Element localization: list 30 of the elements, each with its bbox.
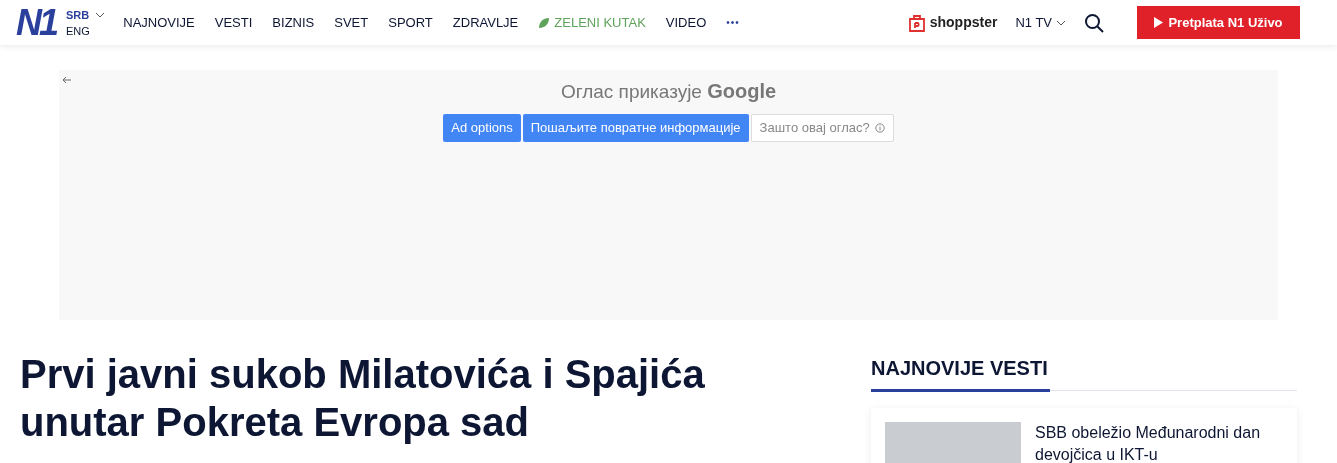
ad-button[interactable]: Ad options bbox=[443, 113, 521, 142]
subscribe-button[interactable]: Pretplata N1 Uživo bbox=[1137, 6, 1300, 39]
more-button[interactable]: ••• bbox=[726, 15, 740, 30]
ad-button[interactable]: Пошаљите повратне информације bbox=[522, 113, 749, 142]
ad-title: Оглас приказује Google bbox=[560, 79, 777, 104]
chevron-down-icon bbox=[1056, 19, 1066, 26]
nav-link[interactable]: BIZNIS bbox=[272, 12, 315, 33]
chevron-down-icon bbox=[95, 11, 106, 18]
nav-link[interactable]: SPORT bbox=[388, 12, 433, 33]
section-title: NAJNOVIJE VESTI bbox=[871, 353, 1050, 392]
language-link[interactable]: SRB bbox=[66, 6, 90, 23]
site-logo[interactable]: N1 bbox=[16, 7, 57, 38]
nav-link[interactable]: SVET bbox=[334, 12, 369, 33]
nav-link[interactable]: VIDEO bbox=[665, 12, 707, 33]
news-title: SBB obeležio Međunarodni dan devojčica u IKT-u bbox=[1035, 423, 1262, 463]
nav-link[interactable]: VESTI bbox=[214, 12, 253, 33]
tv-dropdown[interactable]: N1 TV bbox=[1015, 12, 1066, 33]
back-arrow-icon[interactable] bbox=[62, 75, 72, 85]
nav-link[interactable]: NAJNOVIJE bbox=[123, 12, 195, 33]
bag-icon bbox=[906, 12, 927, 33]
language-link[interactable]: ENG bbox=[66, 22, 90, 39]
shop-link[interactable]: shoppster bbox=[906, 12, 998, 33]
search-icon[interactable] bbox=[1084, 12, 1104, 33]
leaf-icon bbox=[538, 16, 551, 29]
play-icon bbox=[1154, 17, 1164, 28]
news-card[interactable]: SBB obeležio Međunarodni dan devojčica u IKT-u bbox=[871, 408, 1297, 463]
ad-button[interactable]: Зашто овај оглас? bbox=[750, 113, 894, 142]
article-headline: Prvi javni sukob Milatovića i Spajića unutar Pokreta Evropa sad bbox=[20, 351, 706, 446]
nav-link[interactable]: ZDRAVLJE bbox=[452, 12, 519, 33]
info-icon bbox=[874, 122, 885, 133]
